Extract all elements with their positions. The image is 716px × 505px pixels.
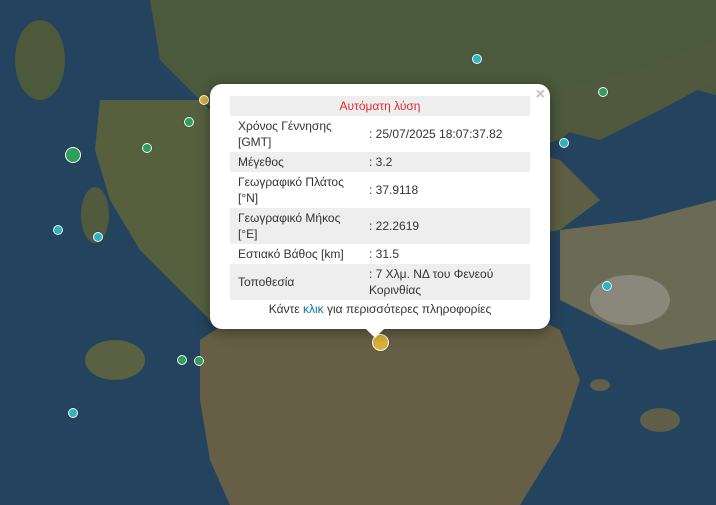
more-info-link[interactable]: κλικ — [303, 302, 324, 316]
earthquake-marker[interactable] — [184, 117, 194, 127]
depth-label: Εστιακό Βάθος [km] — [238, 247, 344, 261]
footer-prefix: Κάντε — [268, 302, 300, 316]
origin-time-label: Χρόνος Γέννησης [GMT] — [238, 119, 332, 149]
table-row: Χρόνος Γέννησης [GMT] : 25/07/2025 18:07… — [230, 116, 530, 152]
earthquake-marker[interactable] — [93, 232, 103, 242]
satellite-map[interactable]: × Αυτόματη λύση Χρόνος Γέννησης [GMT] : … — [0, 0, 716, 505]
longitude-label: Γεωγραφικό Μήκος [°E] — [238, 211, 341, 241]
longitude-value: : 22.2619 — [369, 219, 420, 233]
earthquake-marker[interactable] — [68, 408, 78, 418]
location-label: Τοποθεσία — [238, 275, 295, 289]
earthquake-marker[interactable] — [472, 54, 482, 64]
origin-time-value: : 25/07/2025 18:07:37.82 — [369, 127, 503, 141]
popup-title: Αυτόματη λύση — [230, 96, 530, 116]
earthquake-marker[interactable] — [177, 355, 187, 365]
table-row: Γεωγραφικό Μήκος [°E] : 22.2619 — [230, 208, 530, 244]
table-row: Γεωγραφικό Πλάτος [°N] : 37.9118 — [230, 172, 530, 208]
location-value: : 7 Χλμ. ΝΔ του Φενεού Κορινθίας — [369, 267, 494, 297]
depth-value: : 31.5 — [369, 247, 400, 261]
earthquake-marker[interactable] — [142, 143, 152, 153]
latitude-label: Γεωγραφικό Πλάτος [°N] — [238, 175, 344, 205]
earthquake-marker[interactable] — [598, 87, 608, 97]
earthquake-marker[interactable] — [65, 147, 81, 163]
table-row: Μέγεθος : 3.2 — [230, 152, 530, 172]
earthquake-marker[interactable] — [602, 281, 612, 291]
earthquake-details-table: Χρόνος Γέννησης [GMT] : 25/07/2025 18:07… — [230, 116, 530, 300]
magnitude-value: : 3.2 — [369, 155, 393, 169]
close-icon[interactable]: × — [536, 86, 545, 104]
latitude-value: : 37.9118 — [369, 183, 419, 197]
table-row: Τοποθεσία : 7 Χλμ. ΝΔ του Φενεού Κορινθί… — [230, 264, 530, 300]
earthquake-marker[interactable] — [53, 225, 63, 235]
earthquake-marker[interactable] — [199, 95, 209, 105]
popup-tip — [365, 328, 385, 338]
footer-suffix: για περισσότερες πληροφορίες — [326, 302, 492, 316]
earthquake-info-popup: × Αυτόματη λύση Χρόνος Γέννησης [GMT] : … — [210, 84, 550, 329]
earthquake-marker[interactable] — [194, 356, 204, 366]
earthquake-marker[interactable] — [559, 138, 569, 148]
more-info-footer: Κάντε κλικ για περισσότερες πληροφορίες — [230, 302, 530, 316]
table-row: Εστιακό Βάθος [km] : 31.5 — [230, 244, 530, 264]
magnitude-label: Μέγεθος — [238, 155, 284, 169]
